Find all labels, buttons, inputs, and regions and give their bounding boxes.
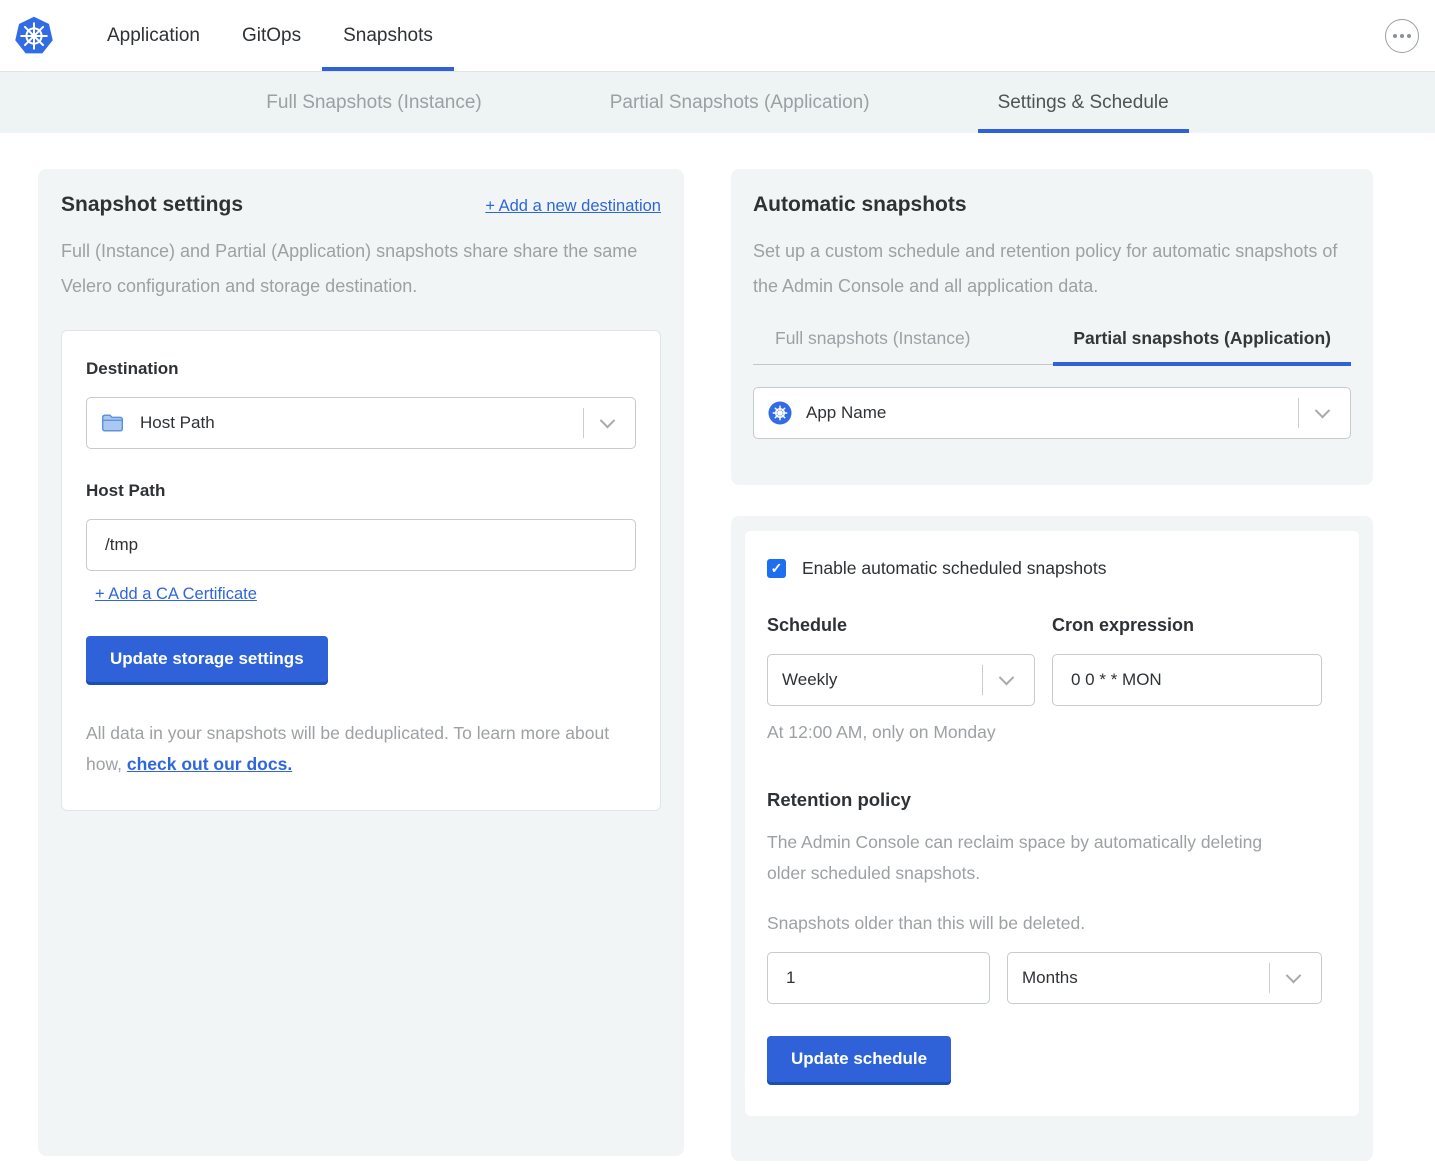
primary-tabs: Application GitOps Snapshots — [86, 0, 454, 71]
snapshot-settings-description: Full (Instance) and Partial (Application… — [61, 234, 646, 304]
tab-application[interactable]: Application — [86, 0, 221, 71]
add-ca-certificate-link[interactable]: + Add a CA Certificate — [95, 585, 257, 604]
retention-unit-value: Months — [1022, 968, 1078, 988]
enable-snapshots-checkbox[interactable]: ✓ — [767, 559, 786, 578]
host-path-input[interactable] — [86, 519, 636, 571]
storage-settings-card: Destination Host Path Host Path + Add a … — [61, 330, 661, 811]
schedule-label: Schedule — [767, 615, 1035, 636]
snapshots-subnav: Full Snapshots (Instance) Partial Snapsh… — [0, 71, 1435, 133]
update-schedule-button[interactable]: Update schedule — [767, 1036, 951, 1082]
schedule-interval-select[interactable]: Weekly — [767, 654, 1035, 706]
retention-fields: Months — [767, 952, 1337, 1004]
schedule-fields: Schedule Weekly Cron expression — [767, 615, 1337, 706]
add-destination-link[interactable]: + Add a new destination — [485, 197, 661, 216]
destination-select[interactable]: Host Path — [86, 397, 636, 449]
chevron-down-icon — [600, 412, 616, 428]
snapshot-settings-title: Snapshot settings — [61, 193, 243, 217]
destination-select-value: Host Path — [140, 413, 215, 433]
top-nav: Application GitOps Snapshots — [0, 0, 1435, 71]
schedule-panel: ✓ Enable automatic scheduled snapshots S… — [731, 516, 1373, 1161]
subtab-settings-schedule[interactable]: Settings & Schedule — [978, 72, 1189, 133]
snapshot-settings-panel: Snapshot settings + Add a new destinatio… — [38, 169, 684, 1156]
cron-expression-label: Cron expression — [1052, 615, 1322, 636]
automatic-snapshots-panel: Automatic snapshots Set up a custom sche… — [731, 169, 1373, 485]
ellipsis-icon — [1393, 34, 1397, 38]
retention-value-input[interactable] — [767, 952, 990, 1004]
right-column: Automatic snapshots Set up a custom sche… — [731, 169, 1373, 1161]
subtab-full-snapshots[interactable]: Full Snapshots (Instance) — [246, 72, 501, 133]
app-kubernetes-icon — [768, 401, 792, 425]
schedule-interval-value: Weekly — [782, 670, 837, 690]
tab-partial-snapshots-application[interactable]: Partial snapshots (Application) — [1053, 328, 1351, 364]
schedule-card: ✓ Enable automatic scheduled snapshots S… — [745, 531, 1359, 1116]
main-content: Snapshot settings + Add a new destinatio… — [0, 133, 1435, 1170]
retention-policy-description: The Admin Console can reclaim space by a… — [767, 827, 1297, 889]
select-divider — [1269, 963, 1270, 993]
tab-gitops[interactable]: GitOps — [221, 0, 322, 71]
retention-unit-select[interactable]: Months — [1007, 952, 1322, 1004]
destination-label: Destination — [86, 359, 636, 379]
app-select-value: App Name — [806, 403, 886, 423]
folder-icon — [101, 414, 124, 433]
kubernetes-logo-icon — [14, 16, 54, 56]
docs-link[interactable]: check out our docs. — [127, 754, 292, 774]
retention-hint: Snapshots older than this will be delete… — [767, 913, 1337, 934]
ellipsis-icon — [1407, 34, 1411, 38]
chevron-down-icon — [999, 669, 1015, 685]
chevron-down-icon — [1286, 967, 1302, 983]
automatic-snapshots-title: Automatic snapshots — [753, 193, 1351, 217]
select-divider — [982, 665, 983, 695]
ellipsis-icon — [1400, 34, 1404, 38]
select-divider — [1298, 398, 1299, 428]
cron-human-readable: At 12:00 AM, only on Monday — [767, 722, 1337, 743]
host-path-label: Host Path — [86, 481, 636, 501]
snapshot-settings-header: Snapshot settings + Add a new destinatio… — [61, 193, 661, 217]
more-menu-button[interactable] — [1385, 19, 1419, 53]
subtab-partial-snapshots[interactable]: Partial Snapshots (Application) — [590, 72, 890, 133]
enable-snapshots-label: Enable automatic scheduled snapshots — [802, 558, 1107, 579]
enable-snapshots-row: ✓ Enable automatic scheduled snapshots — [767, 558, 1337, 579]
select-divider — [583, 408, 584, 438]
retention-policy-title: Retention policy — [767, 789, 1337, 811]
chevron-down-icon — [1315, 402, 1331, 418]
schedule-column: Schedule Weekly — [767, 615, 1035, 706]
cron-expression-input[interactable] — [1052, 654, 1322, 706]
dedupe-note: All data in your snapshots will be dedup… — [86, 718, 636, 780]
tab-full-snapshots-instance[interactable]: Full snapshots (Instance) — [753, 328, 993, 364]
automatic-snapshots-description: Set up a custom schedule and retention p… — [753, 234, 1338, 304]
app-select[interactable]: App Name — [753, 387, 1351, 439]
cron-column: Cron expression — [1052, 615, 1322, 706]
update-storage-settings-button[interactable]: Update storage settings — [86, 636, 328, 682]
snapshot-type-tabs: Full snapshots (Instance) Partial snapsh… — [753, 328, 1351, 365]
tab-snapshots[interactable]: Snapshots — [322, 0, 454, 71]
